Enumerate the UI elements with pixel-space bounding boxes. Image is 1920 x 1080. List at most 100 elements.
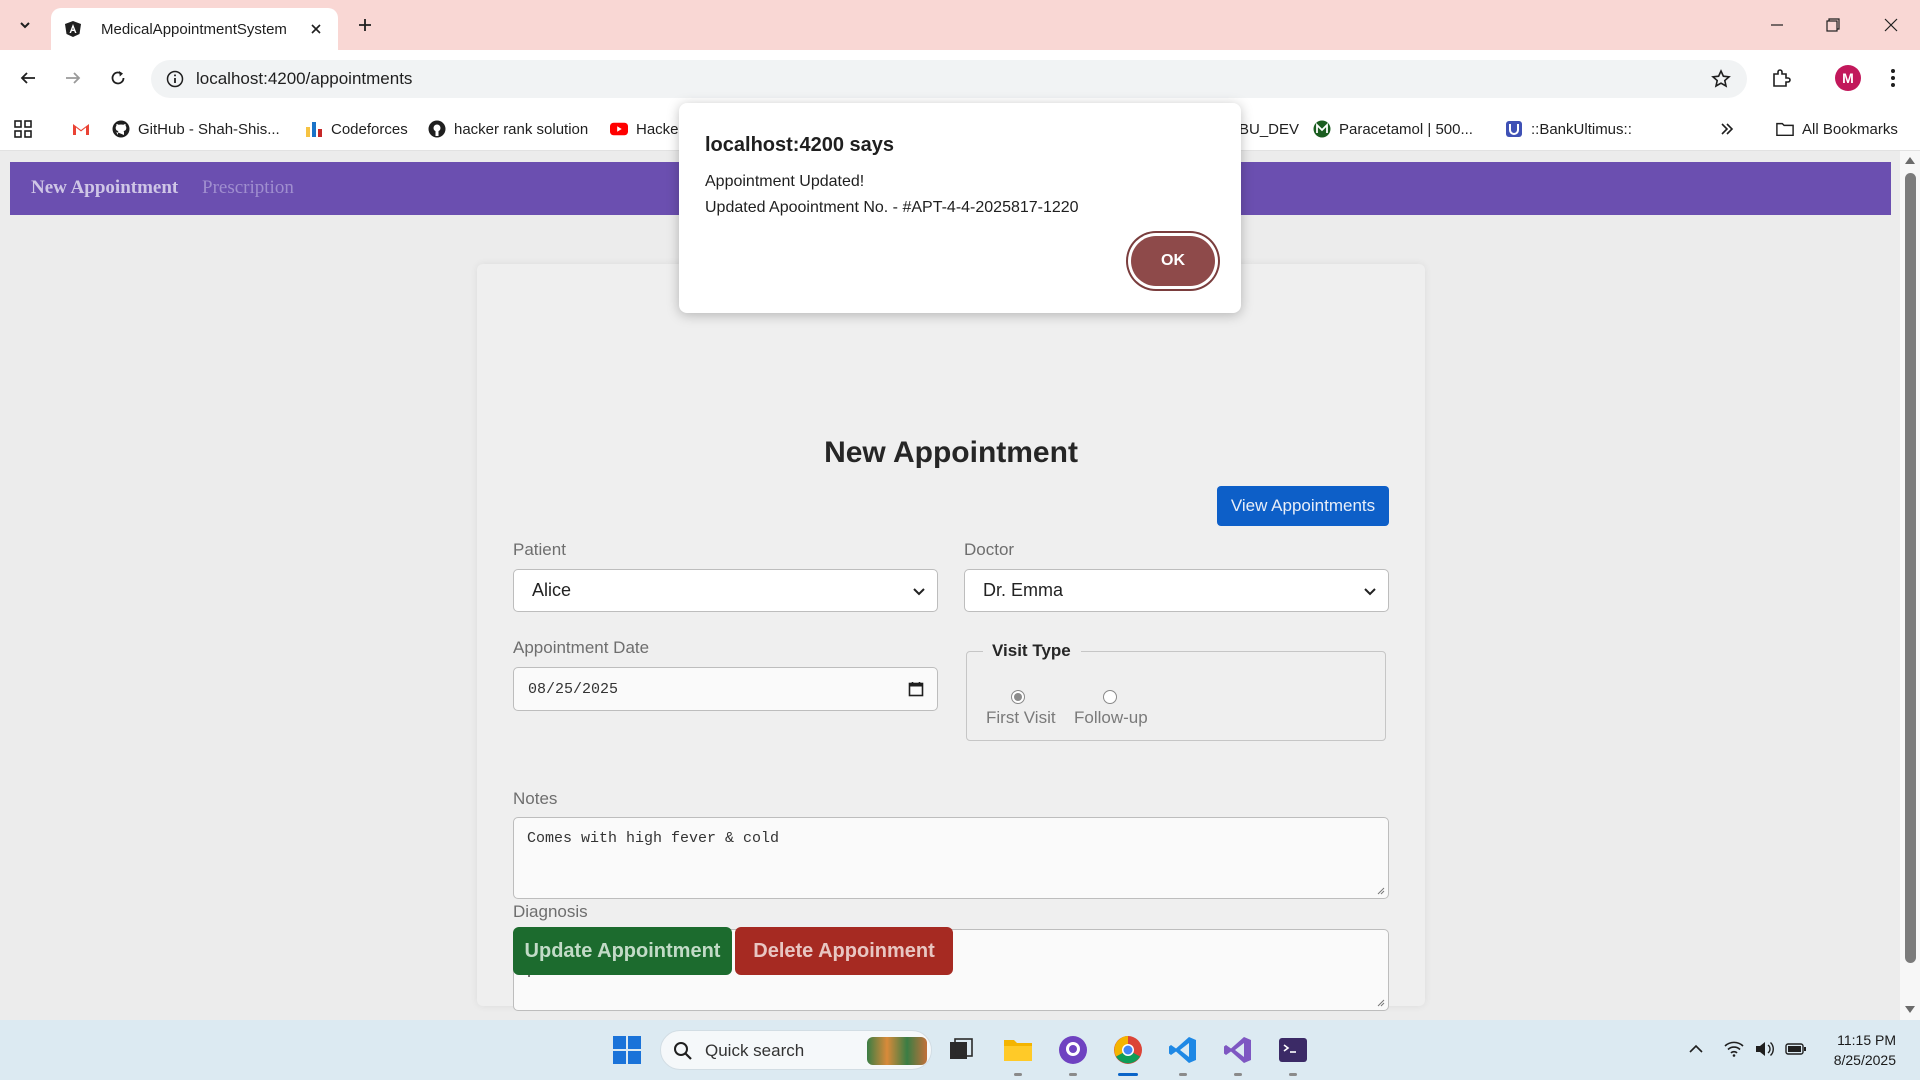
browser-tab-bar: MedicalAppointmentSystem (0, 0, 1920, 50)
restore-icon[interactable] (1818, 10, 1848, 40)
visit-type-legend: Visit Type (983, 641, 1081, 661)
back-arrow-icon[interactable] (12, 62, 44, 94)
browser-toolbar: localhost:4200/appointments M (0, 50, 1920, 107)
windows-start-icon[interactable] (607, 1030, 647, 1070)
appointment-date-input[interactable]: 08/25/2025 (513, 667, 938, 711)
clock-date: 8/25/2025 (1833, 1052, 1896, 1068)
bookmark-gmail[interactable] (72, 117, 98, 141)
show-hidden-icons-chevron-icon[interactable] (1685, 1038, 1707, 1060)
wifi-icon[interactable] (1723, 1038, 1745, 1060)
all-bookmarks[interactable]: All Bookmarks (1776, 117, 1898, 141)
reload-icon[interactable] (102, 62, 134, 94)
nav-new-appointment[interactable]: New Appointment (31, 177, 178, 199)
tab-title: MedicalAppointmentSystem (101, 20, 287, 38)
profile-avatar[interactable]: M (1835, 65, 1861, 91)
more-bookmarks-chevron-icon[interactable] (1720, 117, 1734, 141)
taskbar-search-box[interactable]: Quick search (660, 1030, 932, 1070)
bookmark-hacker-rank[interactable]: hacker rank solution (428, 117, 588, 141)
notes-value: Comes with high fever & cold (527, 830, 780, 847)
running-indicator (1289, 1073, 1297, 1076)
calendar-icon[interactable] (907, 680, 925, 698)
dialog-appointment-number: Updated Apoointment No. - #APT-4-4-20258… (705, 199, 1079, 216)
tab-search-chevron-icon[interactable] (12, 12, 38, 38)
bookmark-star-icon[interactable] (1711, 69, 1731, 89)
bookmark-bankultimus[interactable]: ::BankUltimus:: (1505, 117, 1632, 141)
bookmark-label: Codeforces (331, 120, 408, 138)
bookmark-codeforces[interactable]: Codeforces (305, 117, 408, 141)
github-desktop-icon[interactable] (1053, 1030, 1093, 1076)
patient-select[interactable]: Alice (513, 569, 938, 612)
first-visit-radio[interactable] (1011, 690, 1025, 704)
first-visit-label[interactable]: First Visit (986, 708, 1056, 728)
diagnosis-label: Diagnosis (513, 902, 588, 921)
apps-grid-icon[interactable] (13, 117, 33, 141)
all-bookmarks-label: All Bookmarks (1802, 120, 1898, 138)
address-bar[interactable]: localhost:4200/appointments (151, 60, 1747, 98)
page-title: New Appointment (824, 436, 1078, 469)
close-tab-icon[interactable] (306, 19, 326, 39)
bookmark-label: GitHub - Shah-Shis... (138, 120, 280, 138)
update-appointment-button[interactable]: Update Appointment (513, 927, 732, 975)
running-indicator (1179, 1073, 1187, 1076)
github-icon (112, 120, 130, 138)
bookmark-github-shah[interactable]: GitHub - Shah-Shis... (112, 117, 280, 141)
file-explorer-icon[interactable] (998, 1030, 1038, 1076)
notes-label: Notes (513, 789, 558, 808)
site-info-icon[interactable] (165, 69, 185, 89)
task-view-icon[interactable] (941, 1030, 981, 1070)
browser-tab[interactable]: MedicalAppointmentSystem (51, 8, 338, 50)
close-window-icon[interactable] (1876, 10, 1906, 40)
medicine-icon (1313, 120, 1331, 138)
scroll-thumb[interactable] (1905, 173, 1916, 963)
bookmark-label: Paracetamol | 500... (1339, 120, 1473, 138)
bookmark-bu-dev[interactable]: BU_DEV (1239, 117, 1299, 141)
battery-icon[interactable] (1785, 1038, 1807, 1060)
extensions-puzzle-icon[interactable] (1767, 64, 1795, 92)
bookmark-label: Hacke (636, 120, 679, 138)
resize-grip-icon[interactable] (1375, 885, 1385, 895)
chevron-down-icon (1364, 588, 1376, 596)
forward-arrow-icon[interactable] (57, 62, 89, 94)
new-tab-plus-icon[interactable] (352, 12, 378, 38)
system-clock[interactable]: 11:15 PM 8/25/2025 (1820, 1030, 1896, 1070)
github-icon (428, 120, 446, 138)
dialog-title: localhost:4200 says (705, 134, 894, 156)
follow-up-radio[interactable] (1103, 690, 1117, 704)
running-indicator (1014, 1073, 1022, 1076)
page-scrollbar[interactable] (1900, 151, 1920, 1020)
dialog-ok-button[interactable]: OK (1131, 236, 1215, 286)
bookmark-label: hacker rank solution (454, 120, 589, 138)
resize-grip-icon[interactable] (1375, 997, 1385, 1007)
nav-prescription[interactable]: Prescription (202, 177, 294, 199)
date-label: Appointment Date (513, 638, 650, 657)
windows-taskbar: Quick search 11:15 PM 8/25/2025 (0, 1020, 1920, 1080)
active-indicator (1118, 1073, 1138, 1076)
patient-value: Alice (532, 580, 572, 600)
visual-studio-icon[interactable] (1218, 1030, 1258, 1076)
gmail-icon (72, 120, 90, 138)
vscode-icon[interactable] (1163, 1030, 1203, 1076)
dialog-message: Appointment Updated! (705, 173, 865, 190)
minimize-icon[interactable] (1762, 10, 1792, 40)
patient-label: Patient (513, 540, 566, 559)
doctor-label: Doctor (964, 540, 1015, 559)
bookmark-youtube-hacker[interactable]: Hacke (610, 117, 679, 141)
search-icon (674, 1042, 692, 1060)
search-highlight-image (867, 1037, 927, 1065)
folder-icon (1776, 120, 1794, 138)
doctor-value: Dr. Emma (983, 580, 1064, 600)
bookmark-paracetamol[interactable]: Paracetamol | 500... (1313, 117, 1473, 141)
notes-textarea[interactable]: Comes with high fever & cold (513, 817, 1389, 899)
follow-up-label[interactable]: Follow-up (1074, 708, 1148, 728)
chrome-icon[interactable] (1108, 1030, 1148, 1076)
volume-icon[interactable] (1754, 1038, 1776, 1060)
url-text[interactable]: localhost:4200/appointments (196, 69, 412, 89)
scroll-down-arrow-icon[interactable] (1904, 1004, 1916, 1014)
scroll-up-arrow-icon[interactable] (1904, 155, 1916, 165)
more-menu-icon[interactable] (1880, 64, 1906, 92)
doctor-select[interactable]: Dr. Emma (964, 569, 1389, 612)
terminal-icon[interactable] (1273, 1030, 1313, 1076)
delete-appointment-button[interactable]: Delete Appoinment (735, 927, 953, 975)
youtube-icon (610, 120, 628, 138)
view-appointments-button[interactable]: View Appointments (1217, 486, 1389, 526)
